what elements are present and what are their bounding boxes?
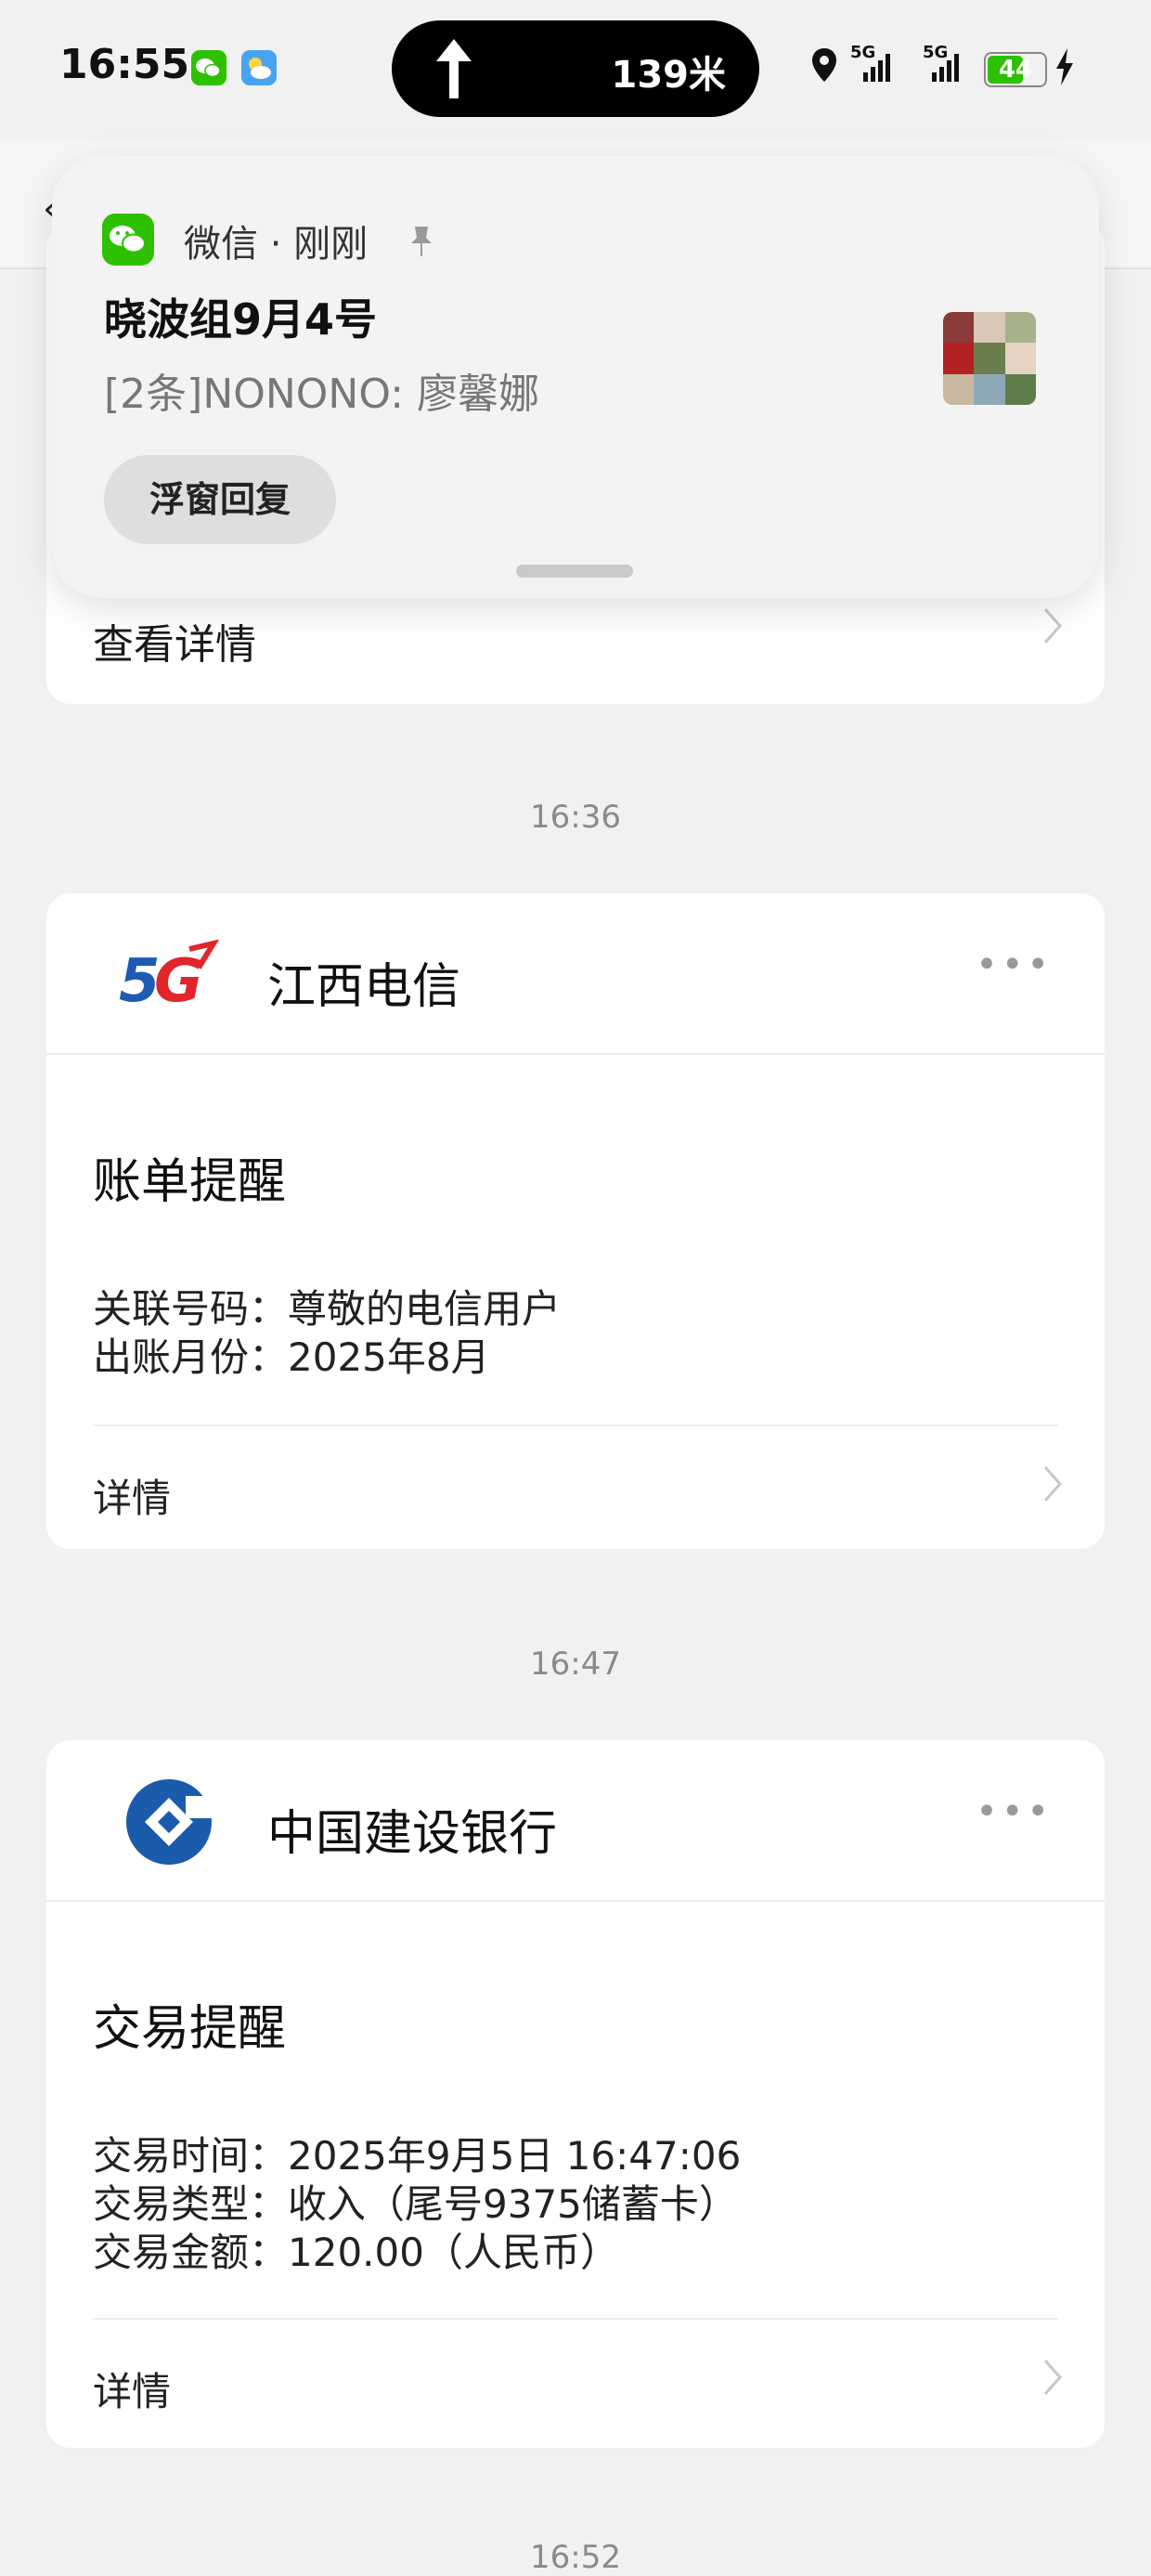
weather-status-icon	[241, 50, 277, 85]
sender-name: 中国建设银行	[267, 1806, 558, 1862]
view-details-link[interactable]: 查看详情	[93, 611, 256, 670]
wechat-status-icon	[191, 50, 226, 85]
notification-title: 晓波组9月4号	[104, 294, 378, 345]
wechat-icon	[102, 214, 154, 266]
section-title: 交易提醒	[93, 2001, 287, 2057]
more-options-icon[interactable]: •••	[976, 943, 1053, 986]
chevron-right-icon	[1041, 2357, 1064, 2408]
signal-1-icon: 5G	[850, 43, 900, 87]
pin-icon[interactable]	[407, 225, 435, 267]
location-icon	[809, 46, 839, 87]
sender-name: 江西电信	[267, 959, 461, 1015]
field-line: 出账月份：2025年8月	[93, 1334, 490, 1380]
floating-reply-button[interactable]: 浮窗回复	[104, 455, 336, 544]
drag-handle[interactable]	[516, 565, 633, 578]
battery-level: 44	[998, 56, 1033, 84]
ccb-logo-icon	[124, 1777, 213, 1870]
more-options-icon[interactable]: •••	[976, 1790, 1053, 1833]
divider	[46, 1053, 1105, 1055]
telecom-5g-logo-icon: 5 G	[117, 939, 220, 1018]
timestamp: 16:52	[530, 2539, 621, 2576]
status-time: 16:55	[59, 41, 190, 88]
status-bar: 16:55 139米 5G 5G 44	[0, 0, 1151, 139]
section-title: 账单提醒	[93, 1154, 287, 1210]
notification-source: 微信 · 刚刚	[184, 214, 435, 267]
wechat-notification-banner[interactable]: 微信 · 刚刚 晓波组9月4号 [2条]NONONO: 廖馨娜 浮窗回复	[52, 156, 1099, 598]
details-link[interactable]: 详情	[93, 1467, 171, 1524]
timestamp: 16:36	[530, 799, 621, 836]
arrow-up-icon	[431, 37, 477, 104]
timestamp: 16:47	[530, 1646, 621, 1683]
field-line: 交易金额：120.00（人民币）	[93, 2230, 619, 2275]
chevron-right-icon	[1041, 1464, 1064, 1515]
charging-icon	[1053, 46, 1077, 91]
dynamic-island-navigation[interactable]: 139米	[392, 20, 759, 117]
telecom-message-card: 5 G 江西电信 ••• 账单提醒 关联号码：尊敬的电信用户 出账月份：2025…	[46, 893, 1105, 1549]
svg-text:G: G	[154, 947, 203, 1014]
signal-2-icon: 5G	[919, 43, 969, 87]
group-avatar	[943, 312, 1036, 405]
battery-icon: 44	[984, 52, 1047, 87]
divider	[93, 2318, 1058, 2320]
notification-message: [2条]NONONO: 廖馨娜	[104, 371, 540, 418]
ccb-message-card: 中国建设银行 ••• 交易提醒 交易时间：2025年9月5日 16:47:06 …	[46, 1740, 1105, 2448]
navigation-distance: 139米	[611, 54, 727, 97]
divider	[93, 1425, 1058, 1426]
divider	[46, 1900, 1105, 1902]
chevron-right-icon	[1041, 605, 1064, 650]
details-link[interactable]: 详情	[93, 2361, 171, 2417]
